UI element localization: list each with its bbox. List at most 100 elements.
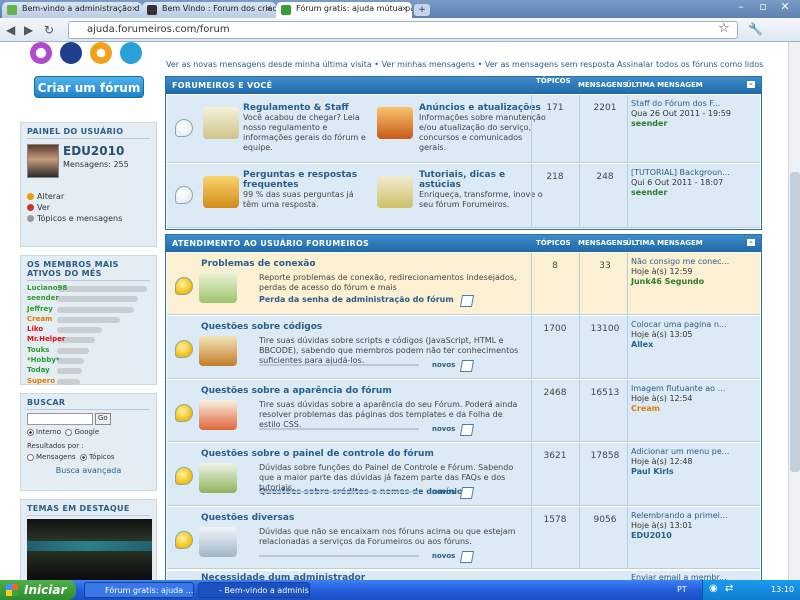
close-icon[interactable]: ×: [265, 4, 272, 13]
close-icon[interactable]: ×: [401, 4, 408, 13]
search-input[interactable]: [27, 413, 93, 425]
rss-icon[interactable]: [459, 360, 475, 372]
member-row[interactable]: Cream: [27, 315, 150, 325]
member-row[interactable]: Jeffrey: [27, 305, 150, 315]
collapse-icon[interactable]: –: [747, 81, 755, 88]
last-message-author[interactable]: Junk46 Segundo: [631, 277, 759, 287]
forum-title[interactable]: Questões sobre o painel de controle do f…: [201, 449, 434, 459]
create-forum-button[interactable]: Criar um fórum: [34, 76, 144, 98]
member-name[interactable]: Jeffrey: [27, 305, 53, 313]
tray-icon[interactable]: ◉: [709, 583, 718, 594]
last-message-title[interactable]: Imagem flutuante ao ...: [631, 384, 759, 394]
new-posts-link[interactable]: novos: [432, 425, 455, 433]
forum-title[interactable]: Perguntas e respostas frequentes: [243, 170, 371, 190]
rss-icon[interactable]: [459, 295, 475, 307]
back-arrow-icon[interactable]: ◀: [6, 23, 15, 37]
reload-icon[interactable]: ↻: [44, 23, 54, 37]
radio-google[interactable]: [65, 428, 73, 436]
taskbar-button-ie[interactable]: - Bem-vindo a adminis...: [198, 582, 310, 598]
last-message-author[interactable]: seender: [631, 188, 759, 198]
collapse-icon[interactable]: –: [747, 239, 755, 246]
last-message-title[interactable]: [TUTORIAL] Backgroun...: [631, 168, 759, 178]
search-go-button[interactable]: Go: [95, 413, 111, 425]
member-name[interactable]: Luciano98: [27, 284, 67, 292]
url-input[interactable]: ajuda.forumeiros.com/forum: [68, 21, 738, 39]
member-name[interactable]: *Hobby*: [27, 356, 60, 364]
member-name[interactable]: Today: [27, 366, 50, 374]
member-row[interactable]: Mr.Helper: [27, 335, 150, 345]
profile-view-link[interactable]: Ver: [27, 203, 150, 212]
radio-topics[interactable]: [80, 453, 88, 461]
member-name[interactable]: Cream: [27, 315, 52, 323]
last-message-author[interactable]: Paul Kirls: [631, 467, 759, 477]
forward-arrow-icon[interactable]: ▶: [24, 23, 33, 37]
new-posts-link[interactable]: novos: [432, 488, 455, 496]
last-message-title[interactable]: Relembrando a primei...: [631, 511, 759, 521]
close-window-icon[interactable]: ✕: [774, 0, 796, 13]
member-row[interactable]: Touks: [27, 346, 150, 356]
profile-edit-link[interactable]: Alterar: [27, 192, 150, 201]
start-button[interactable]: Iniciar: [0, 580, 76, 600]
social-icon[interactable]: [30, 42, 52, 64]
network-icon[interactable]: ⇄: [725, 583, 733, 594]
browser-tab-2[interactable]: Bem Vindo : Forum dos criador ×: [142, 2, 276, 18]
rss-icon[interactable]: [459, 424, 475, 436]
new-tab-button[interactable]: +: [414, 4, 430, 16]
wrench-icon[interactable]: 🔧: [748, 22, 763, 36]
member-name[interactable]: seender: [27, 294, 59, 302]
member-name[interactable]: Touks: [27, 346, 49, 354]
member-name[interactable]: Liko: [27, 325, 43, 333]
last-message-author[interactable]: EDU2010: [631, 531, 759, 541]
radio-internal[interactable]: [27, 428, 34, 436]
last-message-title[interactable]: Staff do Fórum dos F...: [631, 99, 759, 109]
maximize-icon[interactable]: ▫: [752, 0, 774, 13]
last-message-author[interactable]: seender: [631, 119, 759, 129]
forum-title[interactable]: Necessidade dum administrador: [201, 573, 365, 580]
member-name[interactable]: Supero: [27, 377, 55, 385]
last-message-title[interactable]: Colocar uma pagina n...: [631, 320, 759, 330]
top-links[interactable]: Ver as novas mensagens desde minha últim…: [166, 60, 766, 69]
forum-title[interactable]: Anúncios e atualizações: [419, 103, 547, 113]
scrollbar[interactable]: [788, 42, 800, 580]
avatar[interactable]: [27, 144, 59, 178]
forum-title[interactable]: Questões sobre códigos: [201, 322, 322, 332]
new-posts-link[interactable]: novos: [432, 552, 455, 560]
last-message-title[interactable]: Não consigo me conec...: [631, 257, 759, 267]
scrollbar-thumb[interactable]: [790, 172, 800, 472]
social-icon[interactable]: [90, 42, 112, 64]
twitter-icon[interactable]: [120, 42, 142, 64]
last-message-title[interactable]: Adicionar um menu pe...: [631, 447, 759, 457]
username[interactable]: EDU2010: [63, 144, 124, 158]
last-message-title[interactable]: Enviar email a membr...: [631, 573, 759, 580]
member-row[interactable]: *Hobby*: [27, 356, 150, 366]
forum-title[interactable]: Tutoriais, dicas e astúcias: [419, 170, 547, 190]
last-message-author[interactable]: Cream: [631, 404, 759, 414]
advanced-search-link[interactable]: Busca avançada: [27, 466, 150, 475]
browser-tab-3[interactable]: Fórum gratis: ajuda mútua par ×: [276, 2, 412, 18]
bookmark-star-icon[interactable]: ☆: [718, 21, 730, 36]
new-posts-link[interactable]: novos: [432, 361, 455, 369]
subforum-link[interactable]: Perda da senha de administração do fórum: [259, 295, 454, 304]
forum-title[interactable]: Regulamento & Staff: [243, 103, 371, 113]
last-message-author[interactable]: Allex: [631, 340, 759, 350]
rss-icon[interactable]: [459, 551, 475, 563]
topics-messages-link[interactable]: Tópicos e mensagens: [27, 214, 150, 223]
taskbar-button-chrome[interactable]: Fórum gratis: ajuda ...: [84, 582, 194, 598]
member-row[interactable]: Supero: [27, 377, 150, 387]
minimize-icon[interactable]: –: [730, 0, 752, 13]
forum-title[interactable]: Questões sobre a aparência do fórum: [201, 386, 392, 396]
featured-theme-image[interactable]: [27, 519, 152, 580]
forum-title[interactable]: Problemas de conexão: [201, 259, 316, 269]
radio-messages[interactable]: [27, 453, 34, 461]
close-icon[interactable]: ×: [131, 4, 138, 13]
forum-title[interactable]: Questões diversas: [201, 513, 294, 523]
member-row[interactable]: Today: [27, 366, 150, 376]
facebook-icon[interactable]: [60, 42, 82, 64]
member-row[interactable]: seender: [27, 294, 150, 304]
browser-tab-1[interactable]: Bem-vindo a administração d ×: [2, 2, 142, 18]
language-indicator[interactable]: PT: [677, 585, 687, 594]
member-name[interactable]: Mr.Helper: [27, 335, 65, 343]
member-row[interactable]: Liko: [27, 325, 150, 335]
member-row[interactable]: Luciano98: [27, 284, 150, 294]
rss-icon[interactable]: [459, 487, 475, 499]
